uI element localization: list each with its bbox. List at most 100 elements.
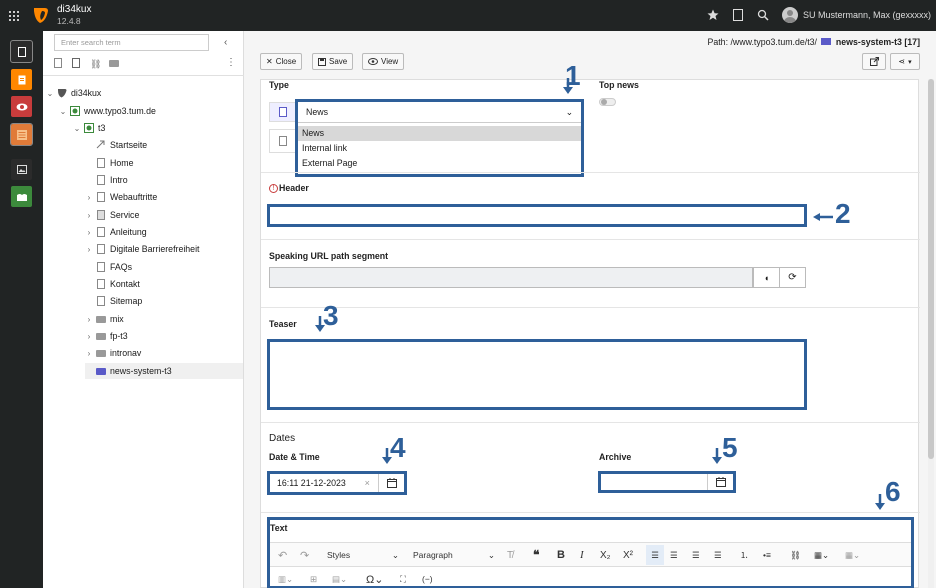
align-left-icon[interactable]: ☰ <box>646 545 664 565</box>
tree-node[interactable]: › Webauftritte <box>85 189 157 205</box>
share-button[interactable]: ⋖ ▾ <box>890 53 920 70</box>
chevron-right-icon[interactable]: › <box>85 349 93 358</box>
italic-icon[interactable]: I <box>580 545 584 565</box>
link-icon[interactable]: ⛓ <box>90 59 101 70</box>
type-select[interactable]: News ⌄ <box>298 102 581 123</box>
numbered-list-icon[interactable]: ⒈ <box>740 545 749 565</box>
save-button[interactable]: Save <box>312 53 354 70</box>
tree-node[interactable]: ⌄ t3 <box>73 120 105 136</box>
media-module-icon[interactable] <box>11 159 32 180</box>
type-option[interactable]: News <box>298 126 581 141</box>
typo3-logo-icon[interactable] <box>33 7 49 24</box>
open-new-window-button[interactable] <box>862 53 886 70</box>
teaser-textarea[interactable] <box>267 339 807 410</box>
toggle-slug-button[interactable]: ◖ <box>753 267 780 288</box>
datetime-input[interactable]: 16:11 21-12-2023 × <box>267 471 407 495</box>
align-center-icon[interactable]: ☰ <box>670 545 678 565</box>
special-character-icon[interactable]: Ω⌄ <box>366 569 383 588</box>
undo-icon[interactable]: ↶ <box>278 545 287 565</box>
blockquote-icon[interactable]: ❝ <box>533 545 539 565</box>
fullscreen-icon[interactable]: ⛶ <box>400 569 406 588</box>
calendar-icon[interactable] <box>707 474 733 490</box>
styles-dropdown[interactable]: Styles ⌄ <box>327 545 399 565</box>
tree-node[interactable]: › Service <box>85 207 139 223</box>
soft-hyphen-icon[interactable]: (−) <box>422 569 433 588</box>
table-row-icon[interactable]: ▤⌄ <box>332 569 347 588</box>
view-button[interactable]: View <box>362 53 405 70</box>
tree-node[interactable]: › mix <box>85 311 124 327</box>
new-page-inside-icon[interactable] <box>72 58 80 68</box>
page-icon <box>96 296 106 307</box>
filelist-module-icon[interactable] <box>11 186 32 207</box>
tree-search-input[interactable]: Enter search term <box>54 34 209 51</box>
align-justify-icon[interactable]: ☰ <box>714 545 722 565</box>
type-select-dropdown[interactable]: News ⌄ News Internal link External Page <box>295 99 584 177</box>
star-icon[interactable] <box>706 8 720 22</box>
tree-node[interactable]: Sitemap <box>85 293 142 309</box>
tree-node[interactable]: › fp-t3 <box>85 328 128 344</box>
collapse-tree-icon[interactable]: ‹ <box>224 37 227 48</box>
table-column-icon[interactable]: ▥⌄ <box>278 569 293 588</box>
chevron-right-icon[interactable]: › <box>85 245 93 254</box>
calendar-icon[interactable] <box>378 474 404 492</box>
view-module-icon[interactable] <box>11 96 32 117</box>
news-module-icon[interactable] <box>10 123 33 146</box>
tree-node[interactable]: › Anleitung <box>85 224 147 240</box>
tree-node[interactable]: › intronav <box>85 345 142 361</box>
paragraph-dropdown[interactable]: Paragraph ⌄ <box>413 545 495 565</box>
close-button[interactable]: ✕ Close <box>260 53 303 70</box>
document-icon[interactable] <box>731 8 745 22</box>
tree-node[interactable]: Kontakt <box>85 276 140 292</box>
top-news-toggle[interactable] <box>599 98 616 106</box>
path-prefix: Path: /www.typo3.tum.de/t3/ <box>707 37 817 47</box>
list-module-icon[interactable] <box>11 69 32 90</box>
subscript-icon[interactable]: X₂ <box>600 545 611 565</box>
table-icon[interactable]: ▦⌄ <box>814 545 829 565</box>
chevron-down-icon[interactable]: ⌄ <box>59 107 67 116</box>
scrollbar-track[interactable] <box>928 79 934 588</box>
more-menu-icon[interactable]: ⋮ <box>226 57 236 68</box>
clear-icon[interactable]: × <box>365 478 379 488</box>
chevron-right-icon[interactable]: › <box>85 332 93 341</box>
tree-node[interactable]: Home <box>85 155 133 171</box>
archive-input[interactable] <box>598 471 736 493</box>
link-icon[interactable]: ⛓ <box>790 545 801 565</box>
chevron-down-icon[interactable]: ⌄ <box>73 124 81 133</box>
arrow-left-icon <box>813 213 833 221</box>
header-input[interactable] <box>267 204 807 227</box>
bold-icon[interactable]: B <box>557 545 565 565</box>
tree-node[interactable]: ⌄ di34kux <box>46 85 102 101</box>
tree-node[interactable]: › Digitale Barrierefreiheit <box>85 241 199 257</box>
avatar[interactable] <box>782 7 798 23</box>
user-name[interactable]: SU Mustermann, Max (gexxxxx) <box>803 10 931 20</box>
remove-format-icon[interactable]: T̸ <box>507 545 513 565</box>
folder-toolbar-icon[interactable] <box>109 60 119 67</box>
search-icon[interactable] <box>756 8 770 22</box>
tree-node[interactable]: Startseite <box>85 137 147 153</box>
chevron-right-icon[interactable]: › <box>85 228 93 237</box>
chevron-right-icon[interactable]: › <box>85 315 93 324</box>
superscript-icon[interactable]: X² <box>623 545 633 565</box>
tree-node[interactable]: Intro <box>85 172 128 188</box>
app-grid-icon[interactable] <box>0 0 28 31</box>
new-page-icon[interactable] <box>54 58 62 68</box>
chevron-right-icon[interactable]: › <box>85 211 93 220</box>
tree-node[interactable]: ⌄ www.typo3.tum.de <box>59 103 156 119</box>
page-module-icon[interactable] <box>10 40 33 63</box>
bullet-list-icon[interactable]: •≡ <box>763 545 771 565</box>
table-cell-icon[interactable]: ▦⌄ <box>845 545 860 565</box>
tree-node-selected[interactable]: news-system-t3 <box>85 363 243 379</box>
align-right-icon[interactable]: ☰ <box>692 545 700 565</box>
type-option[interactable]: Internal link <box>298 141 581 156</box>
scrollbar-thumb[interactable] <box>928 79 934 459</box>
table-merge-icon[interactable]: ⊞ <box>310 569 317 588</box>
tree-node[interactable]: FAQs <box>85 259 132 275</box>
page-icon <box>96 227 106 238</box>
path-page: news-system-t3 [17] <box>835 37 920 47</box>
recalculate-slug-button[interactable]: ⟳ <box>779 267 806 288</box>
chevron-down-icon[interactable]: ⌄ <box>46 89 54 98</box>
speaking-url-input[interactable] <box>269 267 753 288</box>
type-option[interactable]: External Page <box>298 156 581 171</box>
redo-icon[interactable]: ↷ <box>300 545 309 565</box>
chevron-right-icon[interactable]: › <box>85 193 93 202</box>
